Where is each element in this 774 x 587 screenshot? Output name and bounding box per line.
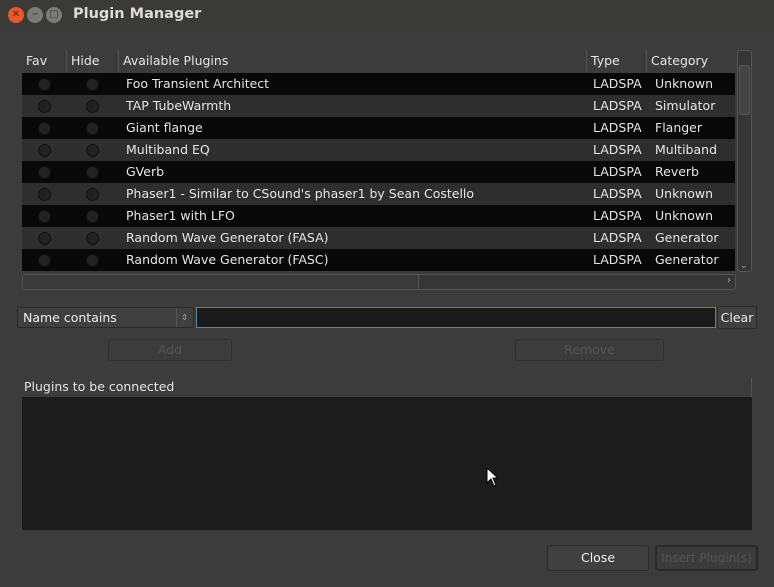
- table-row[interactable]: GVerb LADSPA Reverb: [22, 161, 735, 183]
- plugin-type: LADSPA: [593, 230, 642, 245]
- scroll-thumb[interactable]: [23, 275, 419, 289]
- plugin-type: LADSPA: [593, 252, 642, 267]
- plugin-category: Simulator: [655, 98, 716, 113]
- window-title: Plugin Manager: [73, 6, 202, 22]
- chevron-down-icon[interactable]: ⌄: [740, 261, 748, 271]
- plugin-name: Phaser1 - Similar to CSound's phaser1 by…: [126, 186, 475, 201]
- horizontal-scrollbar[interactable]: ›: [22, 274, 736, 290]
- plugin-category: Multiband: [655, 142, 718, 157]
- plugin-category: Flanger: [655, 120, 703, 135]
- plugin-name: GVerb: [126, 164, 165, 179]
- close-window-button[interactable]: ✕: [8, 7, 24, 23]
- vertical-scrollbar[interactable]: ⌄: [737, 50, 752, 272]
- connected-list[interactable]: [22, 397, 752, 530]
- mouse-cursor-icon: [486, 467, 498, 487]
- insert-plugins-button[interactable]: Insert Plugin(s): [655, 545, 758, 571]
- fav-toggle[interactable]: [38, 210, 51, 223]
- maximize-button[interactable]: □: [46, 7, 62, 23]
- fav-toggle[interactable]: [38, 254, 51, 267]
- table-row[interactable]: Foo Transient Architect LADSPA Unknown: [22, 73, 735, 95]
- plugin-type: LADSPA: [593, 164, 642, 179]
- hide-toggle[interactable]: [86, 144, 99, 157]
- plugin-type: LADSPA: [593, 186, 642, 201]
- connected-header: Plugins to be connected: [22, 378, 752, 397]
- plugin-name: Multiband EQ: [126, 142, 210, 157]
- title-bar: ✕ − □ Plugin Manager: [0, 0, 774, 30]
- plugin-category: Unknown: [655, 186, 714, 201]
- hide-toggle[interactable]: [86, 78, 99, 91]
- plugin-name: Phaser1 with LFO: [126, 208, 235, 223]
- plugin-table: Foo Transient Architect LADSPA Unknown T…: [22, 73, 735, 271]
- plugin-type: LADSPA: [593, 120, 642, 135]
- header-name[interactable]: Available Plugins: [118, 50, 228, 72]
- plugin-category: Generator: [655, 252, 719, 267]
- fav-toggle[interactable]: [38, 232, 51, 245]
- hide-toggle[interactable]: [86, 210, 99, 223]
- plugin-name: TAP TubeWarmth: [126, 98, 232, 113]
- header-fav[interactable]: Fav: [22, 50, 47, 72]
- table-row[interactable]: Random Wave Generator (FASA) LADSPA Gene…: [22, 227, 735, 249]
- add-button[interactable]: Add: [108, 339, 232, 361]
- fav-toggle[interactable]: [38, 122, 51, 135]
- header-hide[interactable]: Hide: [66, 50, 118, 72]
- plugin-name: Random Wave Generator (FASA): [126, 230, 329, 245]
- filter-input[interactable]: [196, 307, 716, 328]
- plugin-category: Generator: [655, 230, 719, 245]
- chevron-right-icon[interactable]: ›: [727, 275, 731, 286]
- plugin-name: Giant flange: [126, 120, 203, 135]
- table-row[interactable]: Phaser1 - Similar to CSound's phaser1 by…: [22, 183, 735, 205]
- table-row[interactable]: Multiband EQ LADSPA Multiband: [22, 139, 735, 161]
- fav-toggle[interactable]: [38, 78, 51, 91]
- fav-toggle[interactable]: [38, 166, 51, 179]
- clear-button[interactable]: Clear: [717, 306, 757, 329]
- hide-toggle[interactable]: [86, 188, 99, 201]
- plugin-type: LADSPA: [593, 142, 642, 157]
- hide-toggle[interactable]: [86, 100, 99, 113]
- remove-button[interactable]: Remove: [515, 339, 664, 361]
- table-row[interactable]: Random Wave Generator (FASC) LADSPA Gene…: [22, 249, 735, 271]
- minimize-button[interactable]: −: [27, 7, 43, 23]
- close-button[interactable]: Close: [547, 545, 649, 571]
- header-type[interactable]: Type: [586, 50, 620, 72]
- table-row[interactable]: Phaser1 with LFO LADSPA Unknown: [22, 205, 735, 227]
- filter-mode-value: Name contains: [23, 310, 117, 325]
- fav-toggle[interactable]: [38, 188, 51, 201]
- table-header: Fav Hide Available Plugins Type Category: [22, 50, 735, 72]
- fav-toggle[interactable]: [38, 100, 51, 113]
- plugin-type: LADSPA: [593, 76, 642, 91]
- updown-icon: ⇕: [176, 308, 188, 327]
- plugin-type: LADSPA: [593, 98, 642, 113]
- plugin-type: LADSPA: [593, 208, 642, 223]
- hide-toggle[interactable]: [86, 166, 99, 179]
- plugin-category: Reverb: [655, 164, 699, 179]
- hide-toggle[interactable]: [86, 232, 99, 245]
- plugin-category: Unknown: [655, 208, 714, 223]
- plugin-name: Random Wave Generator (FASC): [126, 252, 329, 267]
- table-row[interactable]: Giant flange LADSPA Flanger: [22, 117, 735, 139]
- plugin-category: Unknown: [655, 76, 714, 91]
- hide-toggle[interactable]: [86, 254, 99, 267]
- hide-toggle[interactable]: [86, 122, 99, 135]
- filter-mode-select[interactable]: Name contains ⇕: [17, 307, 194, 328]
- table-row[interactable]: TAP TubeWarmth LADSPA Simulator: [22, 95, 735, 117]
- plugin-name: Foo Transient Architect: [126, 76, 270, 91]
- scroll-thumb[interactable]: [739, 65, 750, 115]
- fav-toggle[interactable]: [38, 144, 51, 157]
- header-category[interactable]: Category: [646, 50, 708, 72]
